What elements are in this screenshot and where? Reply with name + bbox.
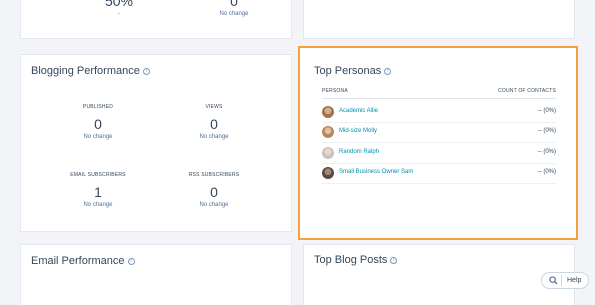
top-right-card: [304, 0, 574, 38]
stat-published: Published 0 No change: [58, 104, 138, 141]
stat-label: Email Subscribers: [70, 172, 126, 178]
stat-value: 0: [230, 0, 238, 9]
column-header-count[interactable]: Count of Contacts: [498, 88, 556, 94]
stat-value: 1: [94, 184, 102, 200]
search-icon: [549, 276, 558, 285]
persona-link[interactable]: Random Ralph: [339, 149, 379, 155]
avatar: [322, 106, 334, 118]
divider: [561, 275, 562, 286]
email-performance-card: Email Performance i: [21, 245, 291, 305]
avatar: [322, 126, 334, 138]
persona-count: -- (0%): [537, 108, 556, 114]
table-row: Random Ralph -- (0%): [322, 143, 556, 164]
persona-link[interactable]: Academic Allie: [339, 108, 378, 114]
stat-label: Published: [82, 104, 114, 110]
stat-change: No change: [199, 134, 229, 140]
card-title: Email Performance i: [31, 255, 135, 267]
card-title: Top Personas i: [314, 65, 392, 77]
stat-rss-subscribers: RSS Subscribers 0 No change: [174, 172, 254, 209]
card-title-text: Top Blog Posts: [314, 254, 388, 266]
stat-email-subscribers: Email Subscribers 1 No change: [58, 172, 138, 209]
card-title-text: Email Performance: [31, 255, 125, 267]
top-stat-left: 50% -: [79, 0, 159, 18]
card-title: Blogging Performance i: [31, 65, 150, 77]
table-header: Persona Count of Contacts: [322, 88, 556, 99]
persona-link[interactable]: Small Business Owner Sam: [339, 169, 413, 175]
info-icon[interactable]: i: [384, 67, 392, 75]
persona-count: -- (0%): [537, 128, 556, 134]
help-label: Help: [567, 277, 582, 284]
table-row: Small Business Owner Sam -- (0%): [322, 163, 556, 184]
top-blog-posts-card: Top Blog Posts i: [304, 245, 574, 305]
stat-change: No change: [219, 11, 249, 17]
stat-value: 0: [94, 116, 102, 132]
avatar: [322, 167, 334, 179]
info-icon[interactable]: i: [127, 257, 135, 265]
persona-link[interactable]: Mid-size Molly: [339, 128, 377, 134]
info-icon[interactable]: i: [390, 256, 398, 264]
stat-label: RSS Subscribers: [188, 172, 240, 178]
blogging-performance-card: Blogging Performance i Published 0 No cha…: [21, 55, 291, 231]
stat-views: Views 0 No change: [174, 104, 254, 141]
stat-change: -: [118, 11, 120, 17]
help-button[interactable]: Help: [541, 272, 589, 289]
persona-count: -- (0%): [537, 169, 556, 175]
column-header-persona[interactable]: Persona: [322, 88, 348, 94]
table-row: Academic Allie -- (0%): [322, 102, 556, 123]
stat-change: No change: [83, 134, 113, 140]
top-stats-card: 50% - 0 No change: [21, 0, 291, 38]
card-title-text: Blogging Performance: [31, 65, 140, 77]
persona-count: -- (0%): [537, 149, 556, 155]
stat-value: 0: [210, 184, 218, 200]
card-title: Top Blog Posts i: [314, 254, 398, 266]
stat-value: 50%: [104, 0, 134, 9]
info-icon[interactable]: i: [142, 67, 150, 75]
top-stat-right: 0 No change: [194, 0, 274, 18]
stat-change: No change: [199, 202, 229, 208]
card-title-text: Top Personas: [314, 65, 382, 77]
stat-value: 0: [210, 116, 218, 132]
table-row: Mid-size Molly -- (0%): [322, 122, 556, 143]
stat-label: Views: [205, 104, 223, 110]
avatar: [322, 147, 334, 159]
stat-change: No change: [83, 202, 113, 208]
